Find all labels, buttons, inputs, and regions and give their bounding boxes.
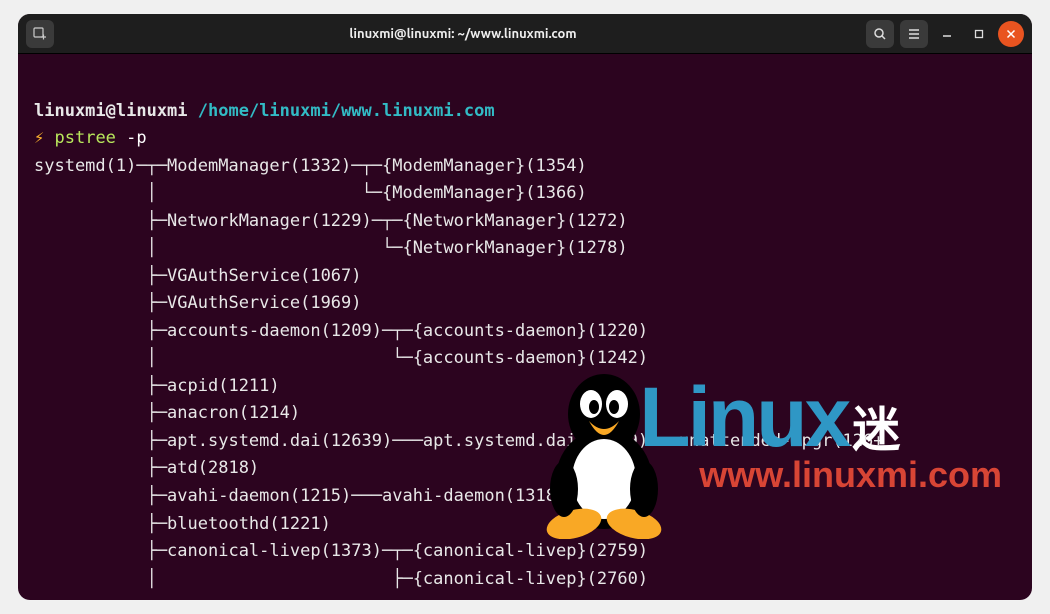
new-tab-button[interactable] bbox=[26, 20, 54, 48]
tree-line: ├─acpid(1211) bbox=[34, 376, 280, 396]
titlebar: linuxmi@linuxmi: ~/www.linuxmi.com bbox=[18, 14, 1032, 54]
maximize-icon bbox=[974, 29, 984, 39]
tree-line: │ └─{NetworkManager}(1278) bbox=[34, 238, 628, 258]
menu-button[interactable] bbox=[900, 20, 928, 48]
tree-line: ├─accounts-daemon(1209)─┬─{accounts-daem… bbox=[34, 321, 648, 341]
tree-line: │ └─{accounts-daemon}(1242) bbox=[34, 348, 648, 368]
close-button[interactable] bbox=[998, 21, 1024, 47]
search-button[interactable] bbox=[866, 20, 894, 48]
prompt-line-2: ⚡ pstree -p bbox=[34, 128, 147, 148]
prompt-user: linuxmi@linuxmi bbox=[34, 101, 188, 121]
terminal-content[interactable]: linuxmi@linuxmi /home/linuxmi/www.linuxm… bbox=[18, 54, 1032, 600]
maximize-button[interactable] bbox=[966, 21, 992, 47]
titlebar-right bbox=[866, 20, 1024, 48]
tree-line: ├─VGAuthService(1969) bbox=[34, 293, 362, 313]
tree-line: │ ├─{canonical-livep}(2760) bbox=[34, 569, 648, 589]
titlebar-left bbox=[26, 20, 60, 48]
new-tab-icon bbox=[33, 27, 47, 41]
tree-line: ├─atd(2818) bbox=[34, 458, 259, 478]
tree-line: ├─VGAuthService(1067) bbox=[34, 266, 362, 286]
command-name: pstree bbox=[55, 128, 116, 148]
tree-line: ├─avahi-daemon(1215)───avahi-daemon(1318… bbox=[34, 486, 566, 506]
tree-line: │ └─{ModemManager}(1366) bbox=[34, 183, 587, 203]
tree-line: ├─canonical-livep(1373)─┬─{canonical-liv… bbox=[34, 541, 648, 561]
tree-line: systemd(1)─┬─ModemManager(1332)─┬─{Modem… bbox=[34, 156, 587, 176]
search-icon bbox=[873, 27, 887, 41]
minimize-button[interactable] bbox=[934, 21, 960, 47]
terminal-window: linuxmi@linuxmi: ~/www.linuxmi.com bbox=[18, 14, 1032, 600]
tree-line: ├─anacron(1214) bbox=[34, 403, 300, 423]
command-args: -p bbox=[126, 128, 146, 148]
tree-line: ├─bluetoothd(1221) bbox=[34, 514, 331, 534]
close-icon bbox=[1006, 29, 1016, 39]
hamburger-icon bbox=[907, 27, 921, 41]
window-title: linuxmi@linuxmi: ~/www.linuxmi.com bbox=[60, 27, 866, 41]
lightning-icon: ⚡ bbox=[34, 128, 44, 148]
prompt-line-1: linuxmi@linuxmi /home/linuxmi/www.linuxm… bbox=[34, 101, 495, 121]
prompt-path: /home/linuxmi/www.linuxmi.com bbox=[198, 101, 495, 121]
minimize-icon bbox=[942, 29, 952, 39]
tree-line: ├─NetworkManager(1229)─┬─{NetworkManager… bbox=[34, 211, 628, 231]
tree-line: ├─apt.systemd.dai(12639)───apt.systemd.d… bbox=[34, 431, 884, 451]
